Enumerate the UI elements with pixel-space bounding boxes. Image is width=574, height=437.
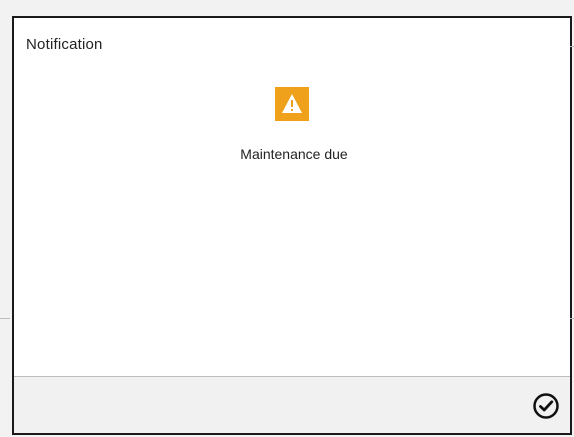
right-edge-tick-top: [570, 46, 574, 47]
right-edge-tick-bottom: [570, 318, 574, 319]
notification-dialog: Notification Maintenance due: [12, 16, 572, 435]
dialog-message: Maintenance due: [240, 146, 348, 162]
left-edge-tick: [0, 318, 10, 319]
warning-icon: [275, 87, 309, 121]
dialog-footer: [14, 376, 570, 433]
check-circle-icon: [533, 393, 559, 419]
dialog-title: Notification: [26, 36, 103, 53]
ok-button[interactable]: [526, 386, 566, 426]
screen: Notification Maintenance due: [0, 0, 574, 437]
